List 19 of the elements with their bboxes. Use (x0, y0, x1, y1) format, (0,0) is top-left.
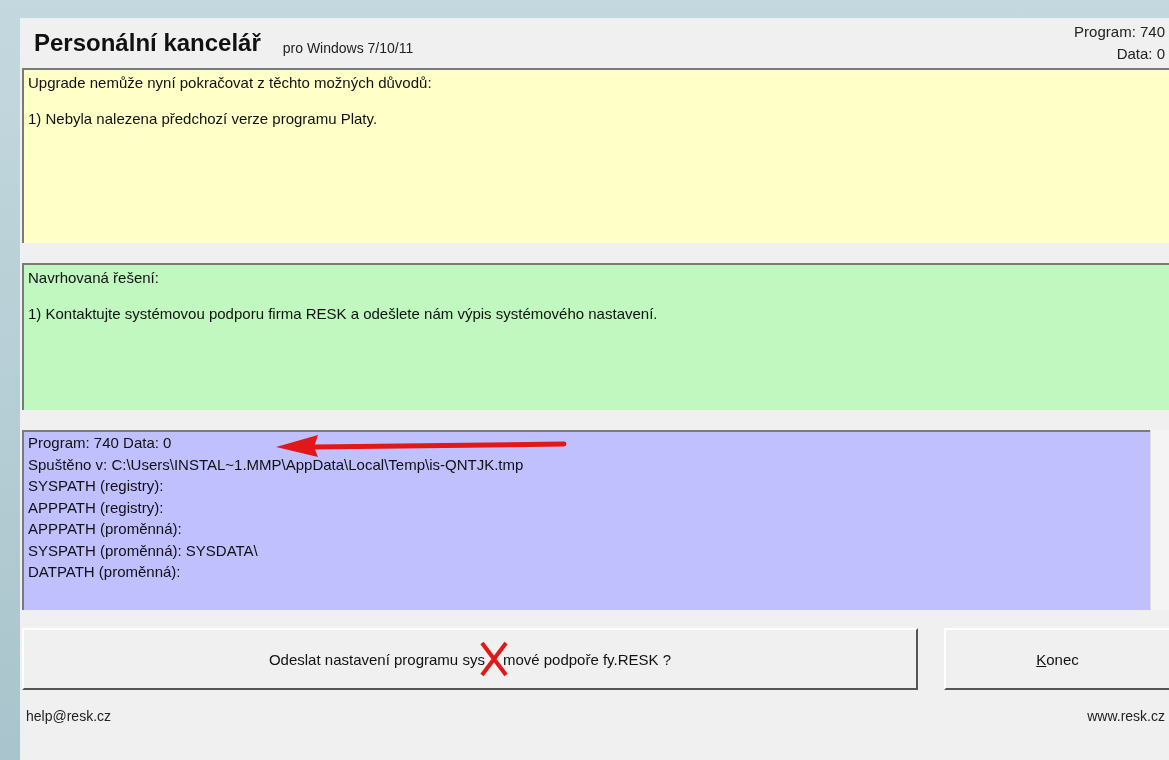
panel-text: Upgrade nemůže nyní pokračovat z těchto možných důvodů: (28, 74, 432, 92)
panel-text: Navrhovaná řešení: (28, 269, 159, 287)
panel-text: APPPATH (registry): (28, 497, 164, 518)
panel-text: 1) Kontaktujte systémovou podporu firma RESK a odešlete nám výpis systémového nastavení. (28, 305, 658, 323)
panel-text: 1) Nebyla nalezena předchozí verze programu Platy. (28, 110, 378, 128)
panel-text: SYSPATH (proměnná): SYSDATA\ (28, 540, 258, 561)
version-text: Data: 0 (1116, 44, 1165, 64)
panel-text: APPPATH (proměnná): (28, 519, 182, 539)
panel-text: Program: 740 Data: 0 (28, 433, 172, 453)
close-button[interactable]: Konec (944, 628, 1169, 690)
send-button[interactable]: Odeslat nastavení programu sys mové podpoře fy.RESK ? (22, 628, 918, 690)
email-text: help@resk.cz (26, 708, 112, 724)
website-text: www.resk.cz (1087, 708, 1165, 724)
app-title: Personální kancelář (34, 29, 261, 57)
panel-text: Spuštěno v: C:\Users\INSTAL~1.MMP\AppData\Local\Temp\is-QNTJK.tmp (28, 454, 524, 475)
panel-text: DATPATH (proměnná): (28, 562, 181, 582)
version-text: Program: 740 (1074, 22, 1165, 42)
app-subtitle: pro Windows 7/10/11 (282, 40, 414, 56)
panel-text: SYSPATH (registry): (28, 476, 164, 496)
